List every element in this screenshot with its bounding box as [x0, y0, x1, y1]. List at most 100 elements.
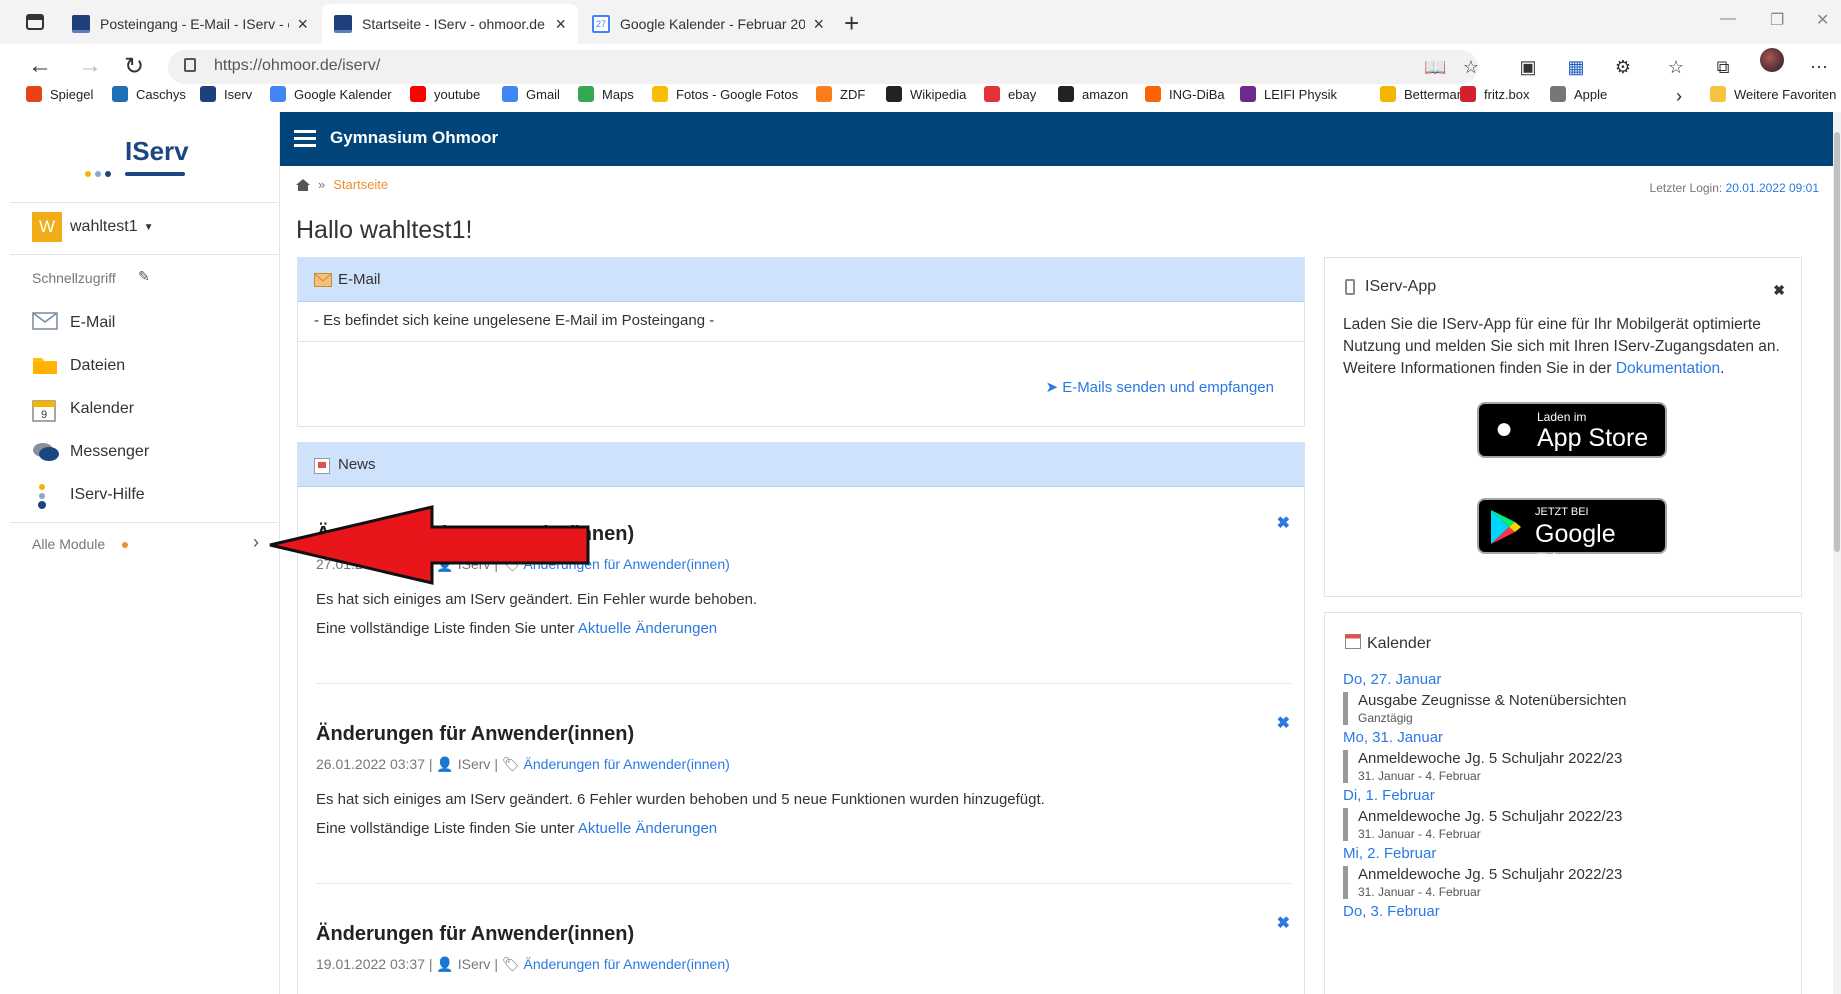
email-send-link[interactable]: ➤ E-Mails senden und empfangen: [1045, 378, 1274, 396]
calendar-date[interactable]: Mi, 2. Februar: [1343, 845, 1783, 862]
tab-startseite[interactable]: Startseite - IServ - ohmoor.de ×: [322, 4, 578, 44]
bookmark-leifi-physik[interactable]: LEIFI Physik: [1240, 86, 1337, 102]
add-favorite-icon[interactable]: ☆: [1460, 56, 1482, 78]
sidebar-item-kalender[interactable]: 9 Kalender: [32, 398, 135, 422]
bookmark-fotos-google-fotos[interactable]: Fotos - Google Fotos: [652, 86, 798, 102]
bookmark-zdf[interactable]: ZDF: [816, 86, 865, 102]
bookmark-label: Weitere Favoriten: [1734, 86, 1837, 102]
calendar-event[interactable]: Ausgabe Zeugnisse & Notenübersichten Gan…: [1343, 692, 1783, 725]
edit-pencil-icon[interactable]: ✎: [138, 268, 150, 285]
collections-icon[interactable]: ⧉: [1712, 56, 1734, 78]
home-icon[interactable]: [296, 178, 310, 191]
news-category-link[interactable]: Änderungen für Anwender(innen): [524, 956, 730, 972]
close-tab-icon[interactable]: ×: [297, 14, 308, 35]
bookmark-spiegel[interactable]: Spiegel: [26, 86, 93, 102]
news-date: 26.01.2022 03:37: [316, 756, 425, 772]
browser-tab-bar: Posteingang - E-Mail - IServ - oh × Star…: [0, 0, 1841, 44]
close-tab-icon[interactable]: ×: [555, 14, 566, 35]
calendar-event[interactable]: Anmeldewoche Jg. 5 Schuljahr 2022/23 31.…: [1343, 866, 1783, 899]
breadcrumb-current[interactable]: Startseite: [333, 177, 388, 192]
bookmark-label: ZDF: [840, 86, 866, 102]
tab-posteingang[interactable]: Posteingang - E-Mail - IServ - oh ×: [60, 4, 320, 44]
bookmark-caschys[interactable]: Caschys: [112, 86, 186, 102]
new-tab-button[interactable]: +: [844, 8, 859, 39]
profile-avatar[interactable]: [1760, 48, 1784, 72]
close-news-icon[interactable]: ✖: [1277, 913, 1290, 933]
app-store-big-text: App Store: [1537, 424, 1649, 452]
red-annotation-arrow-icon: [269, 505, 590, 585]
hamburger-menu-icon[interactable]: [294, 130, 316, 148]
google-play-button[interactable]: JETZT BEI Google Play: [1477, 498, 1667, 577]
bookmark-amazon[interactable]: amazon: [1058, 86, 1128, 102]
user-menu[interactable]: W wahltest1 ▼: [32, 212, 154, 242]
bookmark-google-kalender[interactable]: Google Kalender: [270, 86, 392, 102]
restore-icon[interactable]: ❐: [1770, 10, 1784, 30]
news-meta: 26.01.2022 03:37 | 👤 IServ | 🏷 Änderunge…: [316, 756, 730, 772]
reader-view-icon[interactable]: 📖: [1424, 56, 1446, 78]
all-modules-link[interactable]: Alle Module: [32, 536, 105, 552]
tag-icon: 🏷: [501, 756, 520, 772]
extension-badge-icon[interactable]: ▦: [1565, 56, 1587, 78]
bookmark-fritz-box[interactable]: fritz.box: [1460, 86, 1530, 102]
calendar-event[interactable]: Anmeldewoche Jg. 5 Schuljahr 2022/23 31.…: [1343, 750, 1783, 783]
favorites-icon[interactable]: ☆: [1665, 56, 1687, 78]
calendar-date[interactable]: Di, 1. Februar: [1343, 787, 1783, 804]
bookmark-wikipedia[interactable]: Wikipedia: [886, 86, 966, 102]
url-field[interactable]: https://ohmoor.de/iserv/ 📖 ☆: [168, 50, 1479, 84]
calendar-date[interactable]: Do, 3. Februar: [1343, 903, 1783, 920]
calendar-icon-day: 9: [41, 409, 47, 421]
bookmark-maps[interactable]: Maps: [578, 86, 634, 102]
documentation-link[interactable]: Dokumentation: [1616, 360, 1720, 377]
news-date: 19.01.2022 03:37: [316, 956, 425, 972]
bookmark-label: ebay: [1008, 86, 1037, 102]
sidebar-item-dateien[interactable]: Dateien: [32, 355, 125, 377]
extensions-icon[interactable]: ⚙: [1612, 56, 1634, 78]
bookmark-label: ING-DiBa: [1169, 86, 1225, 102]
bookmark-label: Maps: [602, 86, 634, 102]
calendar-date[interactable]: Mo, 31. Januar: [1343, 729, 1783, 746]
bookmark-iserv[interactable]: Iserv: [200, 86, 252, 102]
other-favorites-folder[interactable]: Weitere Favoriten: [1710, 86, 1836, 102]
sidebar-item-label: Kalender: [70, 400, 135, 417]
close-tab-icon[interactable]: ×: [813, 14, 824, 35]
tab-actions-icon[interactable]: [26, 14, 44, 30]
close-news-icon[interactable]: ✖: [1277, 713, 1290, 733]
scrollbar-thumb[interactable]: [1834, 132, 1840, 552]
forward-icon[interactable]: →: [78, 52, 102, 80]
sidebar-item-email[interactable]: E-Mail: [32, 312, 115, 334]
bettermarks-icon: [1380, 86, 1396, 102]
tab-google-kalender[interactable]: 27 Google Kalender - Februar 2022 ×: [580, 4, 836, 44]
bookmark-youtube[interactable]: youtube: [410, 86, 480, 102]
bookmarks-overflow-chevron-icon[interactable]: ›: [1676, 86, 1682, 107]
calendar-event[interactable]: Anmeldewoche Jg. 5 Schuljahr 2022/23 31.…: [1343, 808, 1783, 841]
last-login-value[interactable]: 20.01.2022 09:01: [1726, 181, 1819, 195]
url-text: https://ohmoor.de/iserv/: [214, 57, 381, 74]
sidebar-item-messenger[interactable]: Messenger: [32, 441, 149, 463]
news-title: Änderungen für Anwender(innen): [316, 723, 635, 745]
news-changes-link[interactable]: Aktuelle Änderungen: [578, 620, 717, 637]
bookmark-label: Spiegel: [50, 86, 94, 102]
reload-icon[interactable]: ↻: [124, 52, 144, 81]
close-news-icon[interactable]: ✖: [1277, 513, 1290, 533]
minimize-icon[interactable]: —: [1720, 10, 1736, 28]
bookmark-ing-diba[interactable]: ING-DiBa: [1145, 86, 1225, 102]
calendar-date[interactable]: Do, 27. Januar: [1343, 671, 1783, 688]
app-store-button[interactable]: ● Laden im App Store: [1477, 402, 1667, 458]
menu-more-icon[interactable]: ⋯: [1808, 56, 1830, 78]
calendar-list: Do, 27. Januar Ausgabe Zeugnisse & Noten…: [1343, 671, 1783, 920]
back-icon[interactable]: ←: [28, 52, 52, 80]
news-body: Es hat sich einiges am IServ geändert. E…: [316, 591, 758, 608]
bookmark-ebay[interactable]: ebay: [984, 86, 1036, 102]
bookmark-apple[interactable]: Apple: [1550, 86, 1607, 102]
bookmark-label: LEIFI Physik: [1264, 86, 1337, 102]
close-panel-icon[interactable]: ✖: [1773, 282, 1785, 299]
news-changes-link[interactable]: Aktuelle Änderungen: [578, 820, 717, 837]
news-category-link[interactable]: Änderungen für Anwender(innen): [524, 756, 730, 772]
sidebar-item-iserv-hilfe[interactable]: IServ-Hilfe: [32, 484, 145, 509]
google-icon: [502, 86, 518, 102]
close-window-icon[interactable]: ✕: [1816, 10, 1829, 30]
bookmark-gmail[interactable]: Gmail: [502, 86, 560, 102]
chevron-right-icon[interactable]: ›: [253, 532, 259, 553]
picture-in-picture-icon[interactable]: ▣: [1517, 56, 1539, 78]
news-body: Es hat sich einiges am IServ geändert. 6…: [316, 791, 1045, 808]
